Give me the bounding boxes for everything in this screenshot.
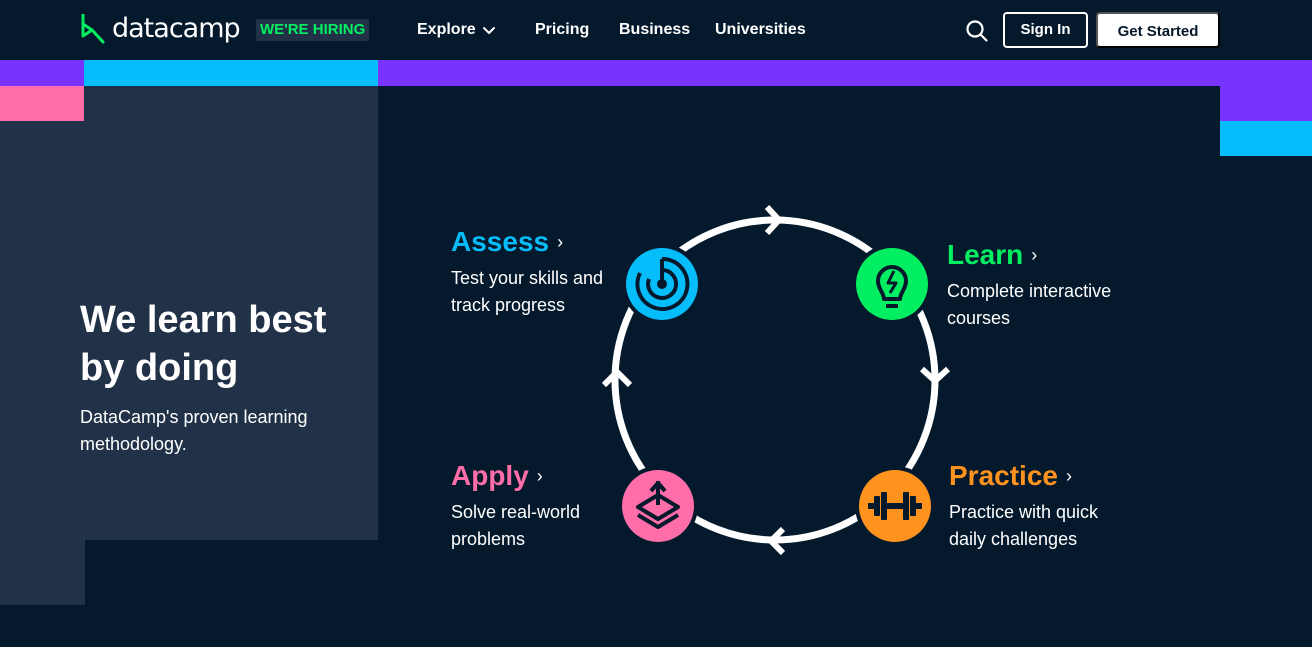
practice-node[interactable] xyxy=(855,466,935,546)
step-apply-title: Apply xyxy=(451,460,529,491)
learn-node[interactable] xyxy=(852,244,932,324)
decor-pink-block xyxy=(0,86,84,121)
chevron-right-icon: › xyxy=(1065,466,1072,486)
step-learn-title: Learn xyxy=(947,239,1024,270)
nav-business[interactable]: Business xyxy=(619,20,690,40)
step-practice: Practice › Practice with quick daily cha… xyxy=(949,459,1129,553)
hero-subtitle: DataCamp's proven learning methodology. xyxy=(80,407,308,454)
step-learn-desc: Complete interactive courses xyxy=(947,281,1112,328)
hiring-badge[interactable]: WE'RE HIRING xyxy=(256,19,370,41)
chevron-down-icon xyxy=(482,27,495,34)
decor-purple-band xyxy=(378,60,1312,86)
datacamp-logo-icon xyxy=(81,14,105,44)
nav-explore[interactable]: Explore xyxy=(417,20,496,40)
chevron-right-icon: › xyxy=(536,466,543,486)
nav-universities[interactable]: Universities xyxy=(715,20,806,40)
step-practice-link[interactable]: Practice › xyxy=(949,459,1129,493)
step-assess-link[interactable]: Assess › xyxy=(451,225,611,259)
decor-panel-tail xyxy=(0,540,85,605)
decor-blue-block xyxy=(84,60,378,86)
step-apply-desc: Solve real-world problems xyxy=(451,502,581,549)
chevron-right-icon: › xyxy=(557,232,564,252)
nav-explore-label: Explore xyxy=(417,21,476,38)
assess-node[interactable] xyxy=(622,244,702,324)
search-icon[interactable] xyxy=(965,19,989,43)
step-learn-link[interactable]: Learn › xyxy=(947,238,1147,272)
learning-cycle-diagram xyxy=(601,204,951,556)
step-apply: Apply › Solve real-world problems xyxy=(451,459,621,553)
decor-purple-block xyxy=(0,60,84,86)
step-assess-title: Assess xyxy=(451,226,550,257)
step-assess: Assess › Test your skills and track prog… xyxy=(451,225,611,319)
logo-text: datacamp xyxy=(112,12,241,44)
chevron-right-icon: › xyxy=(1031,245,1038,265)
apply-node[interactable] xyxy=(618,466,698,546)
datacamp-logo[interactable]: datacamp xyxy=(80,10,241,46)
hero-title: We learn best by doing xyxy=(80,299,327,389)
step-practice-desc: Practice with quick daily challenges xyxy=(949,502,1099,549)
decor-purple-right xyxy=(1220,86,1312,121)
sign-in-button[interactable]: Sign In xyxy=(1003,12,1088,48)
get-started-button[interactable]: Get Started xyxy=(1096,12,1220,48)
step-learn: Learn › Complete interactive courses xyxy=(947,238,1147,332)
step-apply-link[interactable]: Apply › xyxy=(451,459,621,493)
step-assess-desc: Test your skills and track progress xyxy=(451,268,604,315)
decor-blue-right xyxy=(1220,121,1312,156)
top-navbar: datacamp WE'RE HIRING Explore Pricing Bu… xyxy=(0,0,1312,60)
step-practice-title: Practice xyxy=(949,460,1058,491)
nav-pricing[interactable]: Pricing xyxy=(535,20,589,40)
